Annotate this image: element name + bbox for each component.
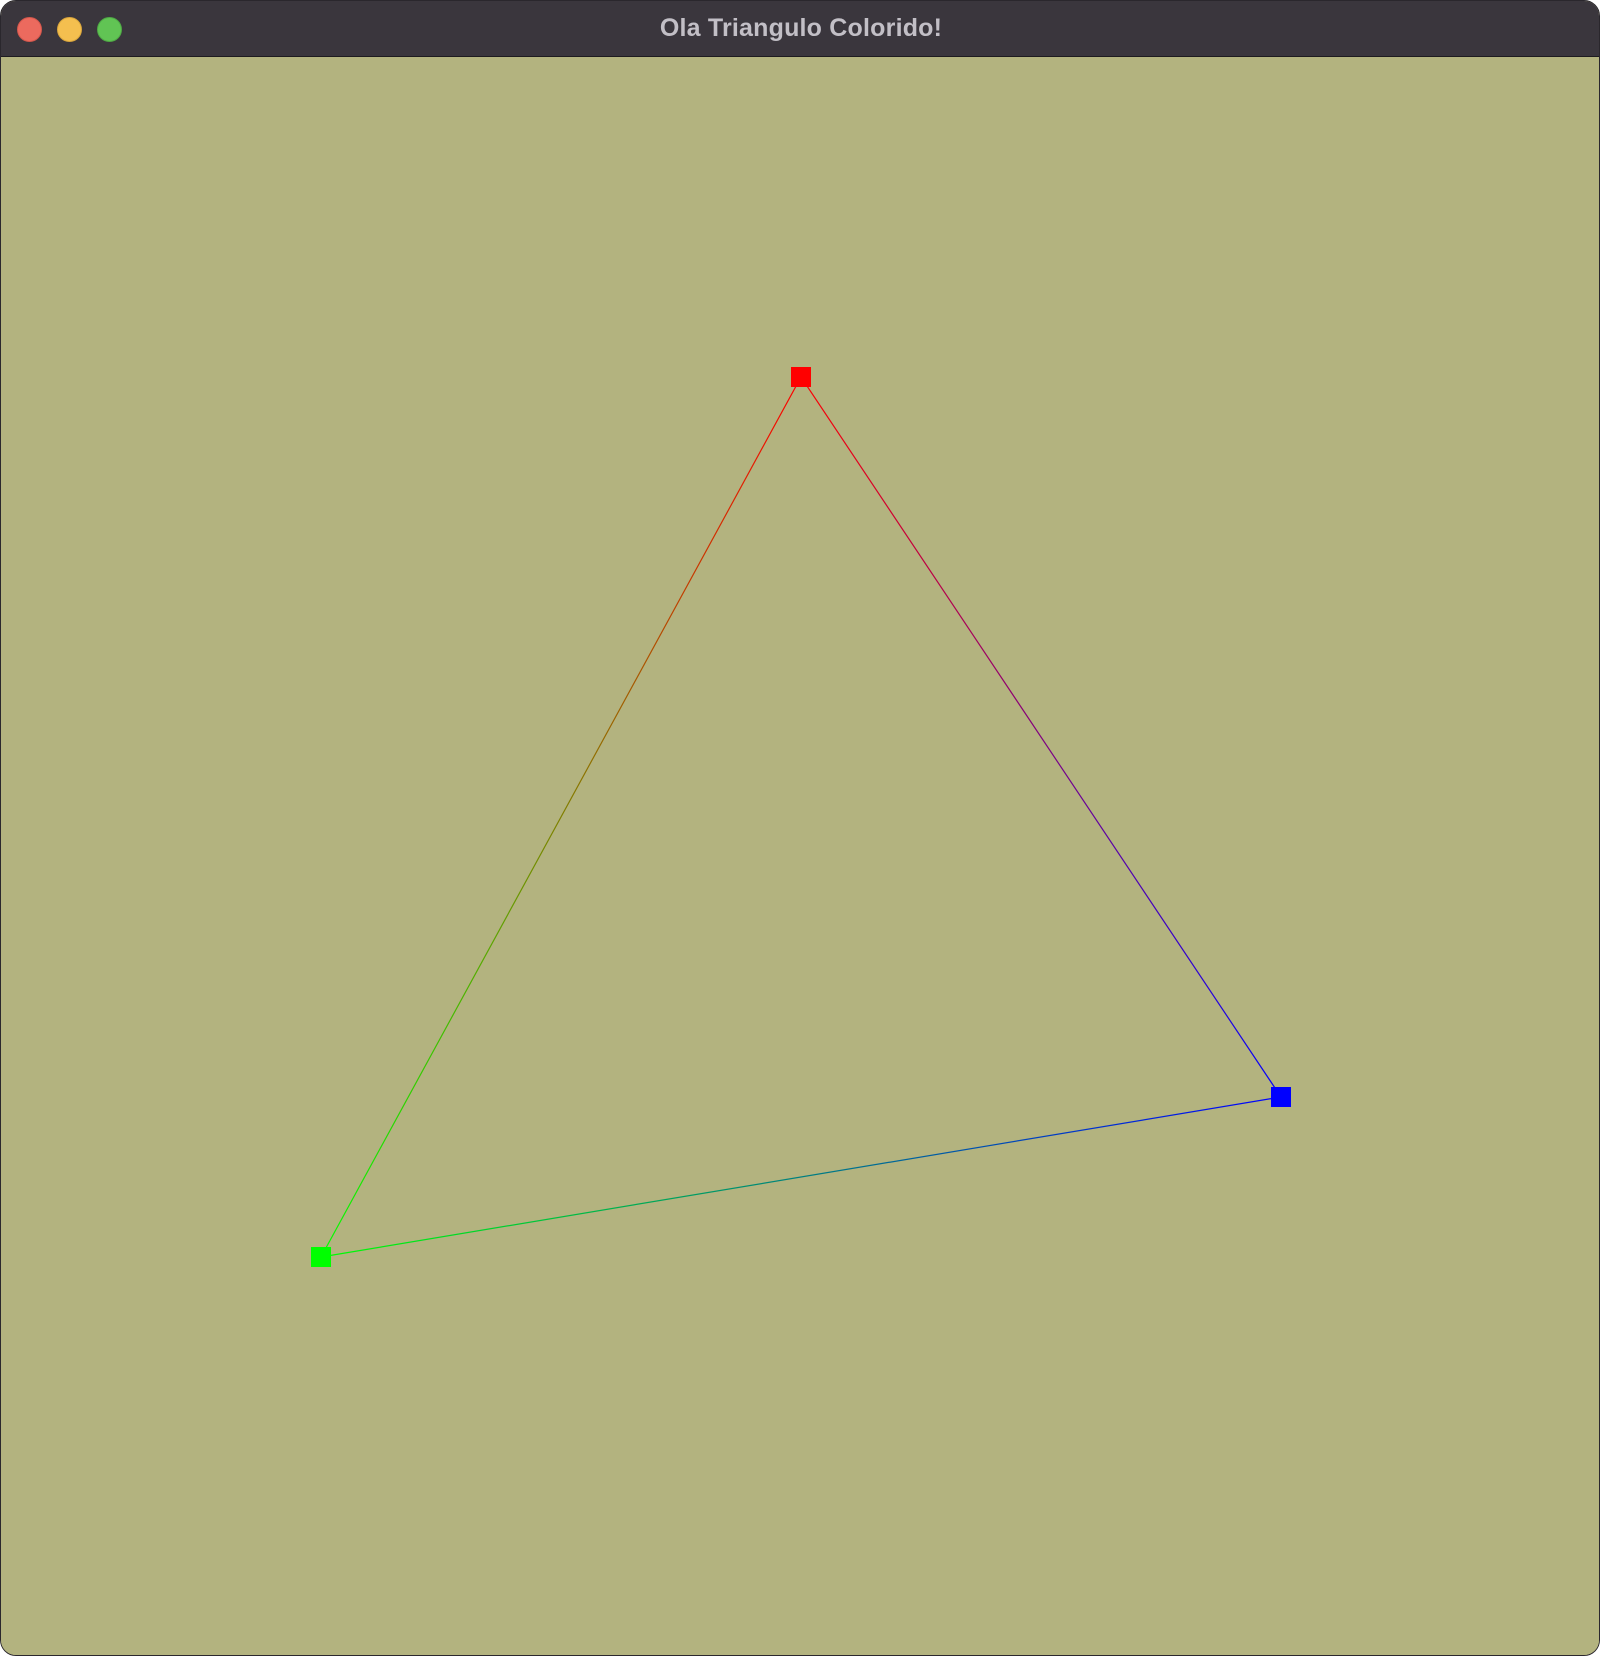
edge-bottom-left-to-right bbox=[320, 1096, 1282, 1258]
app-window: Ola Triangulo Colorido! bbox=[0, 0, 1600, 1656]
triangle-drawing bbox=[311, 367, 1291, 1267]
edge-top-to-bottom-left bbox=[320, 376, 802, 1258]
title-bar[interactable]: Ola Triangulo Colorido! bbox=[1, 1, 1599, 57]
vertex-bottom-left bbox=[311, 1247, 331, 1267]
render-canvas[interactable] bbox=[1, 57, 1599, 1655]
vertex-top bbox=[791, 367, 811, 387]
vertex-right bbox=[1271, 1087, 1291, 1107]
edge-top-to-right bbox=[800, 376, 1282, 1098]
window-title: Ola Triangulo Colorido! bbox=[659, 14, 943, 42]
